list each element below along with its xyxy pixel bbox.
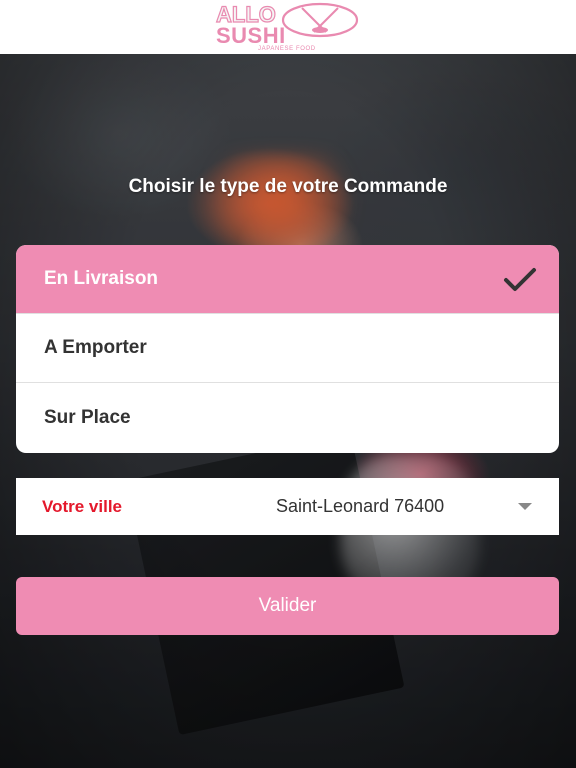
validate-button[interactable]: Valider: [16, 577, 559, 635]
dropdown-caret-icon: [518, 503, 532, 510]
city-select[interactable]: Votre ville Saint-Leonard 76400: [16, 478, 559, 535]
city-label: Votre ville: [42, 497, 122, 516]
order-type-takeaway[interactable]: A Emporter: [16, 314, 559, 383]
order-type-label: Sur Place: [44, 407, 131, 428]
city-value: Saint-Leonard 76400: [276, 496, 445, 516]
logo-tagline: JAPANESE FOOD: [258, 46, 316, 52]
logo-text-sushi: SUSHI: [216, 23, 286, 48]
allo-sushi-logo: ALLO SUSHI JAPANESE FOOD: [214, 2, 364, 54]
app-header: ALLO SUSHI JAPANESE FOOD: [0, 0, 576, 54]
order-type-label: A Emporter: [44, 337, 147, 358]
order-type-label: En Livraison: [44, 268, 159, 289]
order-type-dine-in[interactable]: Sur Place: [16, 383, 559, 453]
page-title: Choisir le type de votre Commande: [128, 176, 448, 197]
checkmark-icon: [504, 268, 536, 291]
order-type-list: En Livraison A Emporter Sur Place: [16, 245, 559, 453]
order-type-delivery[interactable]: En Livraison: [16, 245, 559, 314]
chopsticks-emblem-icon: [281, 2, 359, 38]
